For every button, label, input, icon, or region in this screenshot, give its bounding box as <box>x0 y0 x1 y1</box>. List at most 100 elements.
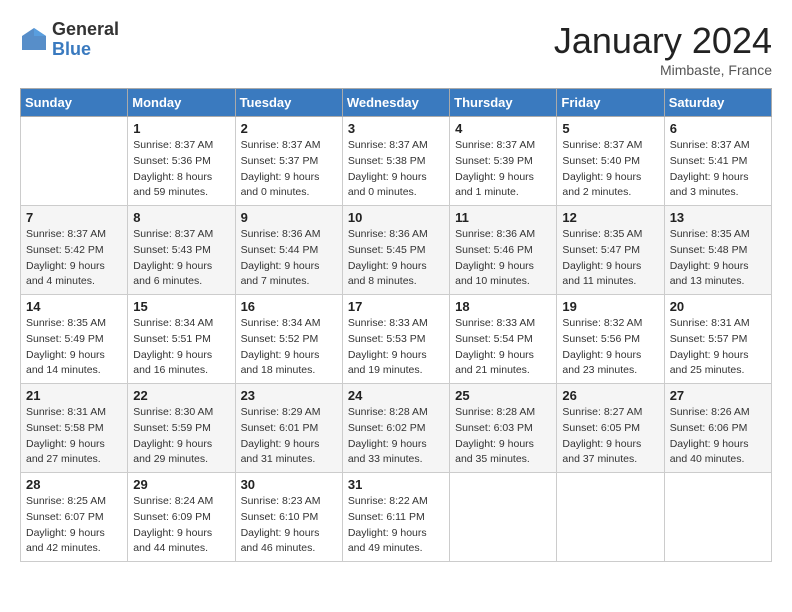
day-cell: 16 Sunrise: 8:34 AMSunset: 5:52 PMDayligh… <box>235 295 342 384</box>
week-row-3: 14 Sunrise: 8:35 AMSunset: 5:49 PMDayligh… <box>21 295 772 384</box>
day-cell: 17 Sunrise: 8:33 AMSunset: 5:53 PMDayligh… <box>342 295 449 384</box>
day-cell: 6Sunrise: 8:37 AMSunset: 5:41 PMDaylight… <box>664 117 771 206</box>
day-number: 16 <box>241 299 337 314</box>
day-info: Sunrise: 8:34 AMSunset: 5:52 PMDaylight:… <box>241 316 337 379</box>
day-info: Sunrise: 8:26 AMSunset: 6:06 PMDaylight:… <box>670 405 766 468</box>
calendar-table: SundayMondayTuesdayWednesdayThursdayFrid… <box>20 88 772 562</box>
day-number: 17 <box>348 299 444 314</box>
day-cell: 14 Sunrise: 8:35 AMSunset: 5:49 PMDayligh… <box>21 295 128 384</box>
day-cell: 15 Sunrise: 8:34 AMSunset: 5:51 PMDayligh… <box>128 295 235 384</box>
day-info: Sunrise: 8:36 AMSunset: 5:44 PMDaylight:… <box>241 227 337 290</box>
day-number: 14 <box>26 299 122 314</box>
day-number: 19 <box>562 299 658 314</box>
day-cell: 24Sunrise: 8:28 AMSunset: 6:02 PMDayligh… <box>342 384 449 473</box>
day-number: 28 <box>26 477 122 492</box>
day-number: 1 <box>133 121 229 136</box>
day-cell: 10 Sunrise: 8:36 AMSunset: 5:45 PMDayligh… <box>342 206 449 295</box>
week-row-2: 7Sunrise: 8:37 AMSunset: 5:42 PMDaylight… <box>21 206 772 295</box>
day-info: Sunrise: 8:33 AMSunset: 5:54 PMDaylight:… <box>455 316 551 379</box>
day-info: Sunrise: 8:37 AMSunset: 5:38 PMDaylight:… <box>348 138 444 201</box>
title-section: January 2024 Mimbaste, France <box>554 20 772 78</box>
day-cell: 2 Sunrise: 8:37 AMSunset: 5:37 PMDaylight… <box>235 117 342 206</box>
day-cell: 13 Sunrise: 8:35 AMSunset: 5:48 PMDayligh… <box>664 206 771 295</box>
day-info: Sunrise: 8:37 AMSunset: 5:36 PMDaylight:… <box>133 138 229 201</box>
day-number: 20 <box>670 299 766 314</box>
day-number: 29 <box>133 477 229 492</box>
day-cell: 28 Sunrise: 8:25 AMSunset: 6:07 PMDayligh… <box>21 473 128 562</box>
day-number: 9 <box>241 210 337 225</box>
day-number: 11 <box>455 210 551 225</box>
day-number: 15 <box>133 299 229 314</box>
day-header-saturday: Saturday <box>664 89 771 117</box>
day-info: Sunrise: 8:37 AMSunset: 5:37 PMDaylight:… <box>241 138 337 201</box>
day-info: Sunrise: 8:35 AMSunset: 5:48 PMDaylight:… <box>670 227 766 290</box>
day-info: Sunrise: 8:33 AMSunset: 5:53 PMDaylight:… <box>348 316 444 379</box>
day-number: 18 <box>455 299 551 314</box>
day-number: 12 <box>562 210 658 225</box>
day-header-monday: Monday <box>128 89 235 117</box>
day-number: 30 <box>241 477 337 492</box>
header-row: SundayMondayTuesdayWednesdayThursdayFrid… <box>21 89 772 117</box>
day-info: Sunrise: 8:34 AMSunset: 5:51 PMDaylight:… <box>133 316 229 379</box>
day-number: 26 <box>562 388 658 403</box>
logo-text: General Blue <box>52 20 119 60</box>
day-info: Sunrise: 8:37 AMSunset: 5:39 PMDaylight:… <box>455 138 551 201</box>
day-number: 25 <box>455 388 551 403</box>
day-cell <box>557 473 664 562</box>
day-cell: 19 Sunrise: 8:32 AMSunset: 5:56 PMDayligh… <box>557 295 664 384</box>
logo-general: General <box>52 20 119 40</box>
logo-icon <box>20 26 48 54</box>
day-number: 23 <box>241 388 337 403</box>
day-info: Sunrise: 8:27 AMSunset: 6:05 PMDaylight:… <box>562 405 658 468</box>
day-cell: 3Sunrise: 8:37 AMSunset: 5:38 PMDaylight… <box>342 117 449 206</box>
day-cell: 30 Sunrise: 8:23 AMSunset: 6:10 PMDayligh… <box>235 473 342 562</box>
day-cell: 1 Sunrise: 8:37 AMSunset: 5:36 PMDaylight… <box>128 117 235 206</box>
day-header-wednesday: Wednesday <box>342 89 449 117</box>
logo-blue: Blue <box>52 40 119 60</box>
week-row-4: 21 Sunrise: 8:31 AMSunset: 5:58 PMDayligh… <box>21 384 772 473</box>
day-info: Sunrise: 8:36 AMSunset: 5:46 PMDaylight:… <box>455 227 551 290</box>
day-cell: 27 Sunrise: 8:26 AMSunset: 6:06 PMDayligh… <box>664 384 771 473</box>
day-number: 2 <box>241 121 337 136</box>
day-number: 21 <box>26 388 122 403</box>
day-cell: 20 Sunrise: 8:31 AMSunset: 5:57 PMDayligh… <box>664 295 771 384</box>
day-cell: 5Sunrise: 8:37 AMSunset: 5:40 PMDaylight… <box>557 117 664 206</box>
day-info: Sunrise: 8:31 AMSunset: 5:57 PMDaylight:… <box>670 316 766 379</box>
day-info: Sunrise: 8:28 AMSunset: 6:02 PMDaylight:… <box>348 405 444 468</box>
day-info: Sunrise: 8:32 AMSunset: 5:56 PMDaylight:… <box>562 316 658 379</box>
day-cell <box>21 117 128 206</box>
day-cell <box>450 473 557 562</box>
day-number: 4 <box>455 121 551 136</box>
day-cell: 4 Sunrise: 8:37 AMSunset: 5:39 PMDaylight… <box>450 117 557 206</box>
day-cell: 23 Sunrise: 8:29 AMSunset: 6:01 PMDayligh… <box>235 384 342 473</box>
day-info: Sunrise: 8:36 AMSunset: 5:45 PMDaylight:… <box>348 227 444 290</box>
day-info: Sunrise: 8:24 AMSunset: 6:09 PMDaylight:… <box>133 494 229 557</box>
day-info: Sunrise: 8:30 AMSunset: 5:59 PMDaylight:… <box>133 405 229 468</box>
day-number: 27 <box>670 388 766 403</box>
day-cell <box>664 473 771 562</box>
day-cell: 8Sunrise: 8:37 AMSunset: 5:43 PMDaylight… <box>128 206 235 295</box>
month-title: January 2024 <box>554 20 772 62</box>
day-info: Sunrise: 8:29 AMSunset: 6:01 PMDaylight:… <box>241 405 337 468</box>
day-cell: 9 Sunrise: 8:36 AMSunset: 5:44 PMDaylight… <box>235 206 342 295</box>
location: Mimbaste, France <box>554 62 772 78</box>
page-header: General Blue January 2024 Mimbaste, Fran… <box>20 20 772 78</box>
day-number: 10 <box>348 210 444 225</box>
day-header-sunday: Sunday <box>21 89 128 117</box>
day-info: Sunrise: 8:35 AMSunset: 5:49 PMDaylight:… <box>26 316 122 379</box>
day-info: Sunrise: 8:31 AMSunset: 5:58 PMDaylight:… <box>26 405 122 468</box>
day-number: 31 <box>348 477 444 492</box>
day-cell: 29 Sunrise: 8:24 AMSunset: 6:09 PMDayligh… <box>128 473 235 562</box>
day-info: Sunrise: 8:23 AMSunset: 6:10 PMDaylight:… <box>241 494 337 557</box>
day-cell: 31 Sunrise: 8:22 AMSunset: 6:11 PMDayligh… <box>342 473 449 562</box>
day-cell: 21 Sunrise: 8:31 AMSunset: 5:58 PMDayligh… <box>21 384 128 473</box>
day-info: Sunrise: 8:25 AMSunset: 6:07 PMDaylight:… <box>26 494 122 557</box>
day-info: Sunrise: 8:37 AMSunset: 5:42 PMDaylight:… <box>26 227 122 290</box>
day-info: Sunrise: 8:37 AMSunset: 5:41 PMDaylight:… <box>670 138 766 201</box>
day-number: 13 <box>670 210 766 225</box>
day-info: Sunrise: 8:35 AMSunset: 5:47 PMDaylight:… <box>562 227 658 290</box>
day-info: Sunrise: 8:22 AMSunset: 6:11 PMDaylight:… <box>348 494 444 557</box>
day-info: Sunrise: 8:37 AMSunset: 5:40 PMDaylight:… <box>562 138 658 201</box>
day-info: Sunrise: 8:28 AMSunset: 6:03 PMDaylight:… <box>455 405 551 468</box>
day-number: 22 <box>133 388 229 403</box>
